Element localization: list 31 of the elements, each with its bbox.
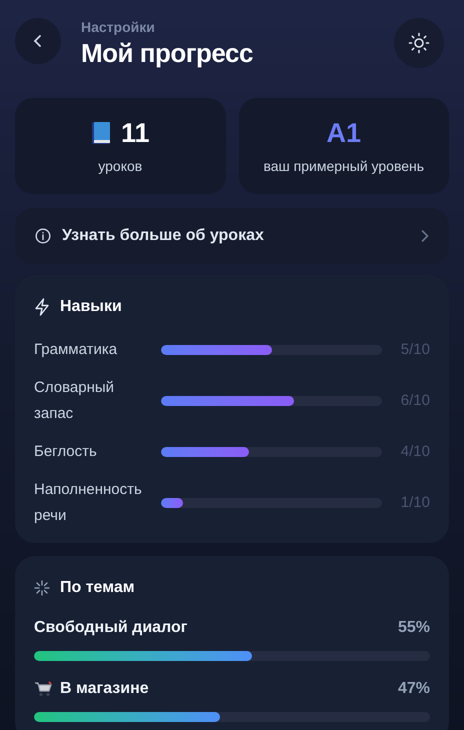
topic-percent: 47% <box>398 679 430 699</box>
skill-name: Грамматика <box>34 340 118 360</box>
info-link[interactable]: Узнать больше об уроках <box>15 208 449 264</box>
topic-name: В магазине <box>60 679 150 699</box>
stat-label: уроков <box>98 156 142 176</box>
skill-name: Наполненность речи <box>34 480 143 526</box>
section-title: Навыки <box>60 297 122 317</box>
chevron-right-icon <box>421 229 429 243</box>
skill-score: 6/10 <box>400 390 430 411</box>
lightning-icon <box>34 298 50 316</box>
skill-score: 4/10 <box>400 442 430 462</box>
sun-icon <box>408 32 430 54</box>
info-link-label: Узнать больше об уроках <box>62 226 265 246</box>
info-icon <box>35 228 51 244</box>
cart-icon <box>34 681 52 697</box>
skill-name: Беглость <box>34 442 98 462</box>
header-subtitle: Настройки <box>81 18 156 36</box>
skill-name: Словарный запас <box>34 378 116 424</box>
sparkle-icon <box>34 580 50 596</box>
topic-name: Свободный диалог <box>34 618 188 638</box>
stat-value: A1 <box>326 116 361 150</box>
page-title: Мой прогресс <box>81 37 254 70</box>
book-icon <box>90 120 111 144</box>
theme-toggle-button[interactable] <box>394 18 444 68</box>
stat-label: ваш примерный уровень <box>263 156 424 176</box>
skill-score: 1/10 <box>400 492 430 513</box>
stat-value: 11 <box>120 116 150 150</box>
section-title: По темам <box>60 578 135 598</box>
back-icon <box>33 34 43 48</box>
topic-percent: 55% <box>398 618 430 638</box>
skill-score: 5/10 <box>400 340 430 360</box>
